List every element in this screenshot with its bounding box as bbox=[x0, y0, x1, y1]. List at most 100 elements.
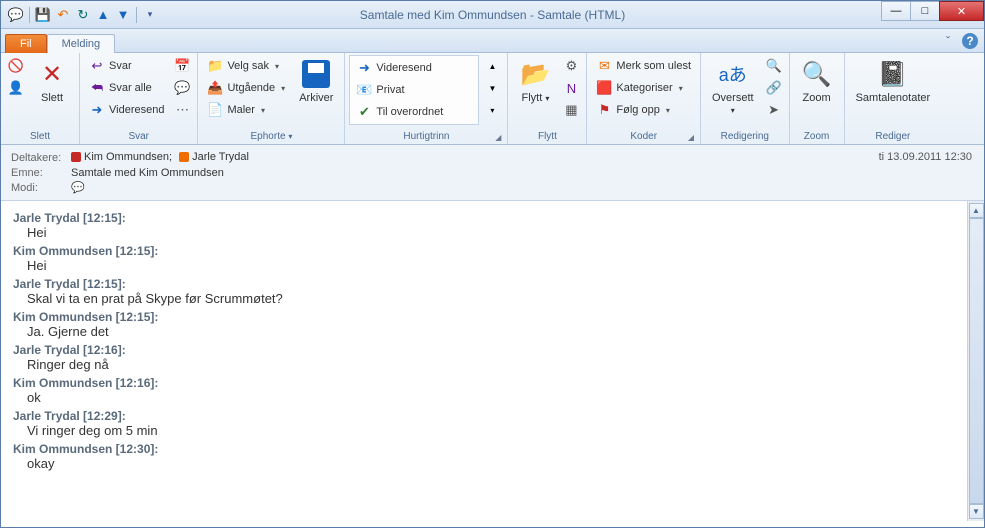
quickstep-down-icon[interactable]: ▼ bbox=[481, 77, 503, 99]
private-icon: 📧 bbox=[356, 82, 372, 98]
conversation-pane[interactable]: Jarle Trydal [12:15]:HeiKim Ommundsen [1… bbox=[1, 201, 967, 521]
save-icon[interactable]: 💾 bbox=[34, 6, 52, 24]
utgaende-button[interactable]: 📤Utgående▾ bbox=[202, 77, 290, 99]
message-header: Jarle Trydal [12:15]: bbox=[13, 211, 955, 225]
arrow-up-icon[interactable]: ▲ bbox=[94, 6, 112, 24]
quick-videresend-button[interactable]: ➜Videresend bbox=[351, 57, 477, 79]
quick-privat-button[interactable]: 📧Privat bbox=[351, 79, 477, 101]
message-text: Vi ringer deg om 5 min bbox=[13, 423, 955, 438]
group-label-svar: Svar bbox=[84, 129, 193, 144]
reply-button[interactable]: ↩Svar bbox=[84, 55, 169, 77]
kategoriser-button[interactable]: 🟥Kategoriser▾ bbox=[591, 77, 696, 99]
group-label-flytt: Flytt bbox=[512, 129, 582, 144]
launcher-icon[interactable]: ◢ bbox=[495, 133, 501, 142]
quick-overordnet-button[interactable]: ✔Til overordnet bbox=[351, 101, 477, 123]
message-text: Skal vi ta en prat på Skype før Scrummøt… bbox=[13, 291, 955, 306]
message-header: ti 13.09.2011 12:30 Deltakere: Kim Ommun… bbox=[1, 145, 984, 201]
window-title: Samtale med Kim Ommundsen - Samtale (HTM… bbox=[360, 8, 625, 22]
message-header: Jarle Trydal [12:29]: bbox=[13, 409, 955, 423]
translate-icon: aあ bbox=[717, 58, 749, 90]
message-text: Hei bbox=[13, 225, 955, 240]
message: Jarle Trydal [12:16]:Ringer deg nå bbox=[13, 343, 955, 372]
arkiver-button[interactable]: Arkiver bbox=[292, 55, 340, 107]
group-label-redigering: Redigering bbox=[705, 129, 785, 144]
group-label-rediger: Rediger bbox=[849, 129, 938, 144]
close-button[interactable]: ✕ bbox=[939, 1, 984, 21]
tab-melding[interactable]: Melding bbox=[47, 34, 116, 53]
select-icon[interactable]: ➤ bbox=[763, 99, 785, 121]
folgopp-button[interactable]: ⚑Følg opp▾ bbox=[591, 99, 696, 121]
forward-icon: ➜ bbox=[356, 60, 372, 76]
qat-dropdown-icon[interactable]: ▾ bbox=[141, 6, 159, 24]
help-icon[interactable]: ? bbox=[962, 33, 978, 49]
reply-all-button[interactable]: ⮪Svar alle bbox=[84, 77, 169, 99]
message-text: Hei bbox=[13, 258, 955, 273]
message: Kim Ommundsen [12:30]:okay bbox=[13, 442, 955, 471]
zoom-button[interactable]: 🔍 Zoom bbox=[794, 55, 840, 107]
message-text: Ja. Gjerne det bbox=[13, 324, 955, 339]
im-icon[interactable]: 💬 bbox=[171, 77, 193, 99]
group-label-zoom: Zoom bbox=[794, 129, 840, 144]
group-zoom: 🔍 Zoom Zoom bbox=[790, 53, 845, 144]
message: Kim Ommundsen [12:16]:ok bbox=[13, 376, 955, 405]
participants-value: Kim Ommundsen; Jarle Trydal bbox=[71, 151, 253, 165]
chat-icon[interactable]: 💬 bbox=[7, 6, 25, 24]
scroll-up-button[interactable]: ▲ bbox=[969, 203, 984, 218]
title-bar: 💬 💾 ↶ ↻ ▲ ▼ ▾ Samtale med Kim Ommundsen … bbox=[1, 1, 984, 29]
quickstep-up-icon[interactable]: ▲ bbox=[481, 55, 503, 77]
notater-button[interactable]: 📓 Samtalenotater bbox=[849, 55, 938, 107]
more-reply-icon[interactable]: ⋯ bbox=[171, 99, 193, 121]
scroll-thumb[interactable] bbox=[969, 218, 984, 504]
message-header: Jarle Trydal [12:15]: bbox=[13, 277, 955, 291]
participant[interactable]: Kim Ommundsen; bbox=[71, 151, 172, 163]
onenote-icon[interactable]: N bbox=[560, 77, 582, 99]
onenote-notes-icon: 📓 bbox=[877, 58, 909, 90]
velg-sak-button[interactable]: 📁Velg sak▾ bbox=[202, 55, 290, 77]
group-ephorte: 📁Velg sak▾ 📤Utgående▾ 📄Maler▾ Arkiver Ep… bbox=[198, 53, 345, 144]
group-label-slett: Slett bbox=[5, 129, 75, 144]
undo-icon[interactable]: ↶ bbox=[54, 6, 72, 24]
oversett-button[interactable]: aあ Oversett▾ bbox=[705, 55, 761, 119]
group-label-hurtigtrinn: Hurtigtrinn◢ bbox=[349, 129, 503, 144]
related-icon[interactable]: 🔗 bbox=[763, 77, 785, 99]
forward-icon: ➜ bbox=[89, 102, 105, 118]
message: Jarle Trydal [12:15]:Hei bbox=[13, 211, 955, 240]
group-label-koder: Koder◢ bbox=[591, 129, 696, 144]
unread-icon: ✉ bbox=[596, 58, 612, 74]
message-header: Kim Ommundsen [12:15]: bbox=[13, 244, 955, 258]
forward-button[interactable]: ➜Videresend bbox=[84, 99, 169, 121]
ulest-button[interactable]: ✉Merk som ulest bbox=[591, 55, 696, 77]
presence-busy-icon bbox=[71, 152, 81, 162]
message: Kim Ommundsen [12:15]:Hei bbox=[13, 244, 955, 273]
maler-button[interactable]: 📄Maler▾ bbox=[202, 99, 290, 121]
redo-icon[interactable]: ↻ bbox=[74, 6, 92, 24]
minimize-ribbon-icon[interactable]: ˇ bbox=[940, 33, 956, 49]
group-rediger: 📓 Samtalenotater Rediger bbox=[845, 53, 942, 144]
scroll-down-button[interactable]: ▼ bbox=[969, 504, 984, 519]
message: Kim Ommundsen [12:15]:Ja. Gjerne det bbox=[13, 310, 955, 339]
arrow-down-icon[interactable]: ▼ bbox=[114, 6, 132, 24]
message-header: Kim Ommundsen [12:15]: bbox=[13, 310, 955, 324]
find-icon[interactable]: 🔍 bbox=[763, 55, 785, 77]
delete-button[interactable]: ✕ Slett bbox=[29, 55, 75, 107]
reply-icon: ↩ bbox=[89, 58, 105, 74]
rules-icon[interactable]: ⚙ bbox=[560, 55, 582, 77]
quickstep-more-icon[interactable]: ▾ bbox=[481, 99, 503, 121]
group-label-ephorte: Ephorte ▾ bbox=[202, 129, 340, 144]
minimize-button[interactable]: — bbox=[881, 1, 911, 21]
junk-icon[interactable]: 👤 bbox=[5, 77, 27, 99]
scroll-track[interactable] bbox=[969, 218, 984, 504]
tab-fil[interactable]: Fil bbox=[5, 34, 47, 53]
delete-icon: ✕ bbox=[36, 58, 68, 90]
maximize-button[interactable]: □ bbox=[910, 1, 940, 21]
launcher-icon[interactable]: ◢ bbox=[688, 133, 694, 142]
flytt-button[interactable]: 📂 Flytt ▾ bbox=[512, 55, 558, 107]
message: Jarle Trydal [12:15]:Skal vi ta en prat … bbox=[13, 277, 955, 306]
message-header: Jarle Trydal [12:16]: bbox=[13, 343, 955, 357]
meeting-icon[interactable]: 📅 bbox=[171, 55, 193, 77]
participant[interactable]: Jarle Trydal bbox=[179, 151, 249, 163]
vertical-scrollbar[interactable]: ▲ ▼ bbox=[967, 201, 984, 521]
actions-icon[interactable]: ▦ bbox=[560, 99, 582, 121]
outgoing-icon: 📤 bbox=[207, 80, 223, 96]
ignore-icon[interactable]: 🚫 bbox=[5, 55, 27, 77]
